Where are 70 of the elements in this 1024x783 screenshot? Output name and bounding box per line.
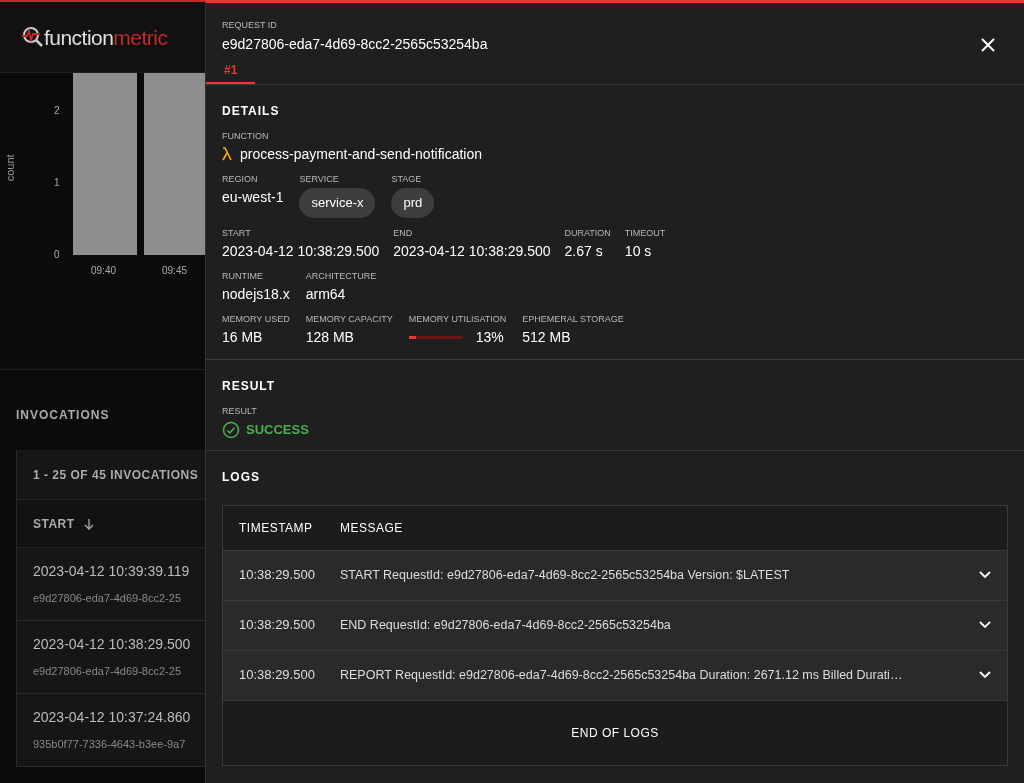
field-label: FUNCTION	[222, 130, 270, 142]
field-value: 13%	[475, 328, 504, 347]
field-value: eu-west-1	[222, 188, 284, 207]
tab[interactable]: #1	[206, 58, 256, 84]
end-of-logs: END OF LOGS	[571, 724, 659, 742]
column-header: MESSAGE	[340, 519, 403, 537]
field-value: 16 MB	[222, 328, 264, 347]
log-row[interactable]: 10:38:29.500 START RequestId: e9d27806-eda7-4d69-8cc2-2565c53254ba Version: $LATEST	[223, 550, 1007, 601]
invocations-count: 1 - 25 OF 45 INVOCATIONS	[33, 466, 199, 484]
chevron-down-icon[interactable]	[979, 671, 991, 679]
field-label: MEMORY USED	[222, 313, 290, 325]
lambda-icon	[222, 147, 232, 161]
invocation-start: 2023-04-12 10:39:39.119	[33, 562, 191, 582]
field-label: ARCHITECTURE	[305, 270, 377, 282]
field-label: EPHEMERAL STORAGE	[522, 313, 624, 325]
axis-tick-label: 09:40	[91, 264, 117, 278]
section-title: DETAILS	[222, 103, 281, 120]
field-label: END	[393, 227, 414, 239]
field-label: STAGE	[391, 173, 423, 185]
log-row[interactable]: 10:38:29.500 REPORT RequestId: e9d27806-eda7-4d69-8cc2-2565c53254ba Duration: 2671.12 ms Billed Durati…	[223, 650, 1007, 701]
column-header: TIMESTAMP	[239, 519, 314, 537]
field-value: 512 MB	[522, 328, 572, 347]
column-header[interactable]: START	[33, 514, 75, 533]
field-value: 10 s	[624, 242, 653, 261]
axis-label: count	[2, 154, 17, 182]
axis-tick-label: 09:45	[162, 264, 188, 278]
field-label: REGION	[222, 173, 259, 185]
field-value: 2.67 s	[564, 242, 604, 261]
field-label: DURATION	[564, 227, 611, 239]
chevron-down-icon[interactable]	[979, 571, 991, 579]
field-label: TIMEOUT	[624, 227, 666, 239]
result-status: SUCCESS	[246, 421, 309, 439]
log-message: END RequestId: e9d27806-eda7-4d69-8cc2-2565c53254ba	[340, 616, 672, 634]
axis-tick-label: 1	[54, 176, 60, 190]
log-message: START RequestId: e9d27806-eda7-4d69-8cc2-2565c53254ba Version: $LATEST	[340, 566, 791, 584]
log-timestamp: 10:38:29.500	[239, 566, 316, 585]
section-title: RESULT	[222, 378, 277, 395]
section-title: INVOCATIONS	[16, 408, 110, 422]
log-timestamp: 10:38:29.500	[239, 666, 316, 685]
field-label: RUNTIME	[222, 270, 264, 282]
field-value: nodejs18.x	[222, 285, 290, 304]
field-value: 2023-04-12 10:38:29.500	[393, 242, 551, 261]
tag-chip: service-x	[299, 188, 376, 218]
chevron-down-icon[interactable]	[979, 621, 991, 629]
axis-tick-label: 0	[54, 248, 60, 262]
field-value: arm64	[305, 285, 347, 304]
request-id: e9d27806-eda7-4d69-8cc2-2565c53254ba	[222, 35, 488, 54]
logo-text: functionmetric	[44, 26, 168, 48]
invocation-id: e9d27806-eda7-4d69-8cc2-25	[33, 664, 182, 680]
axis-tick-label: 2	[54, 104, 60, 118]
section-title: LOGS	[222, 468, 261, 486]
field-label: RESULT	[222, 405, 258, 417]
invocation-start: 2023-04-12 10:38:29.500	[33, 635, 192, 655]
log-row[interactable]: 10:38:29.500 END RequestId: e9d27806-eda7-4d69-8cc2-2565c53254ba	[223, 600, 1007, 651]
sort-arrow-icon[interactable]	[82, 517, 95, 530]
tag-chip: prd	[391, 188, 435, 218]
field-label: REQUEST ID	[222, 19, 278, 31]
field-label: SERVICE	[299, 173, 340, 185]
field-value: 2023-04-12 10:38:29.500	[222, 242, 380, 261]
field-label: START	[222, 227, 252, 239]
field-label: MEMORY CAPACITY	[305, 313, 393, 325]
field-value: 128 MB	[305, 328, 355, 347]
log-timestamp: 10:38:29.500	[239, 616, 316, 635]
field-label: MEMORY UTILISATION	[408, 313, 507, 325]
invocation-id: e9d27806-eda7-4d69-8cc2-25	[33, 591, 182, 607]
log-message: REPORT RequestId: e9d27806-eda7-4d69-8cc2-2565c53254ba Duration: 2671.12 ms Billed Durati…	[340, 666, 904, 684]
invocation-start: 2023-04-12 10:37:24.860	[33, 708, 192, 728]
invocation-id: 935b0f77-7336-4643-b3ee-9a7	[33, 737, 187, 753]
function-name: process-payment-and-send-notification	[240, 145, 482, 164]
logo-icon	[22, 26, 44, 48]
